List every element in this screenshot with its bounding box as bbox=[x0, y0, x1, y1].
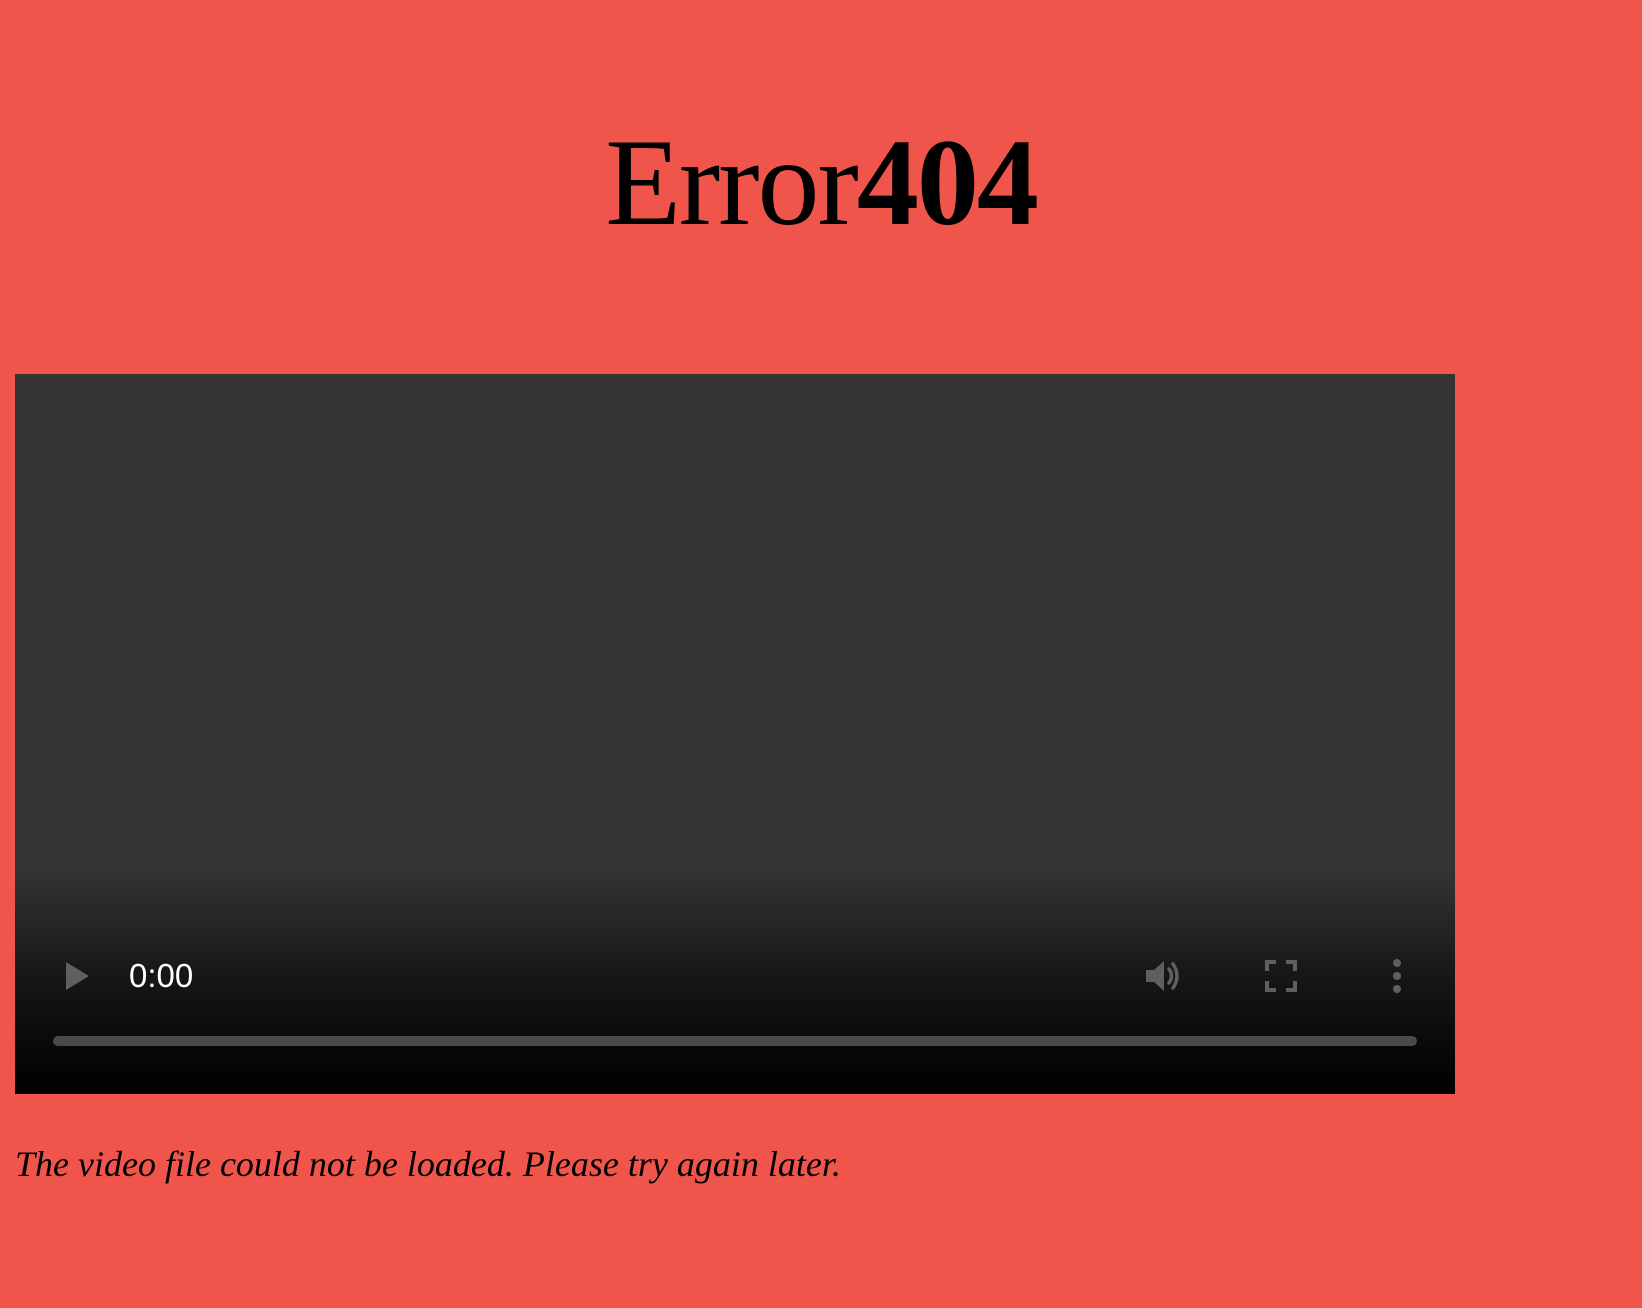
volume-icon bbox=[1146, 961, 1179, 991]
error-word: Error bbox=[605, 114, 859, 251]
error-heading: Error404 bbox=[0, 118, 1642, 248]
video-controls: 0:00 bbox=[15, 946, 1455, 1006]
fullscreen-icon bbox=[1265, 960, 1297, 992]
current-time: 0:00 bbox=[129, 957, 194, 994]
error-code: 404 bbox=[856, 114, 1039, 251]
fullscreen-button[interactable] bbox=[1259, 954, 1303, 998]
seek-bar[interactable] bbox=[53, 1036, 1417, 1046]
play-icon bbox=[66, 962, 89, 990]
video-player[interactable]: 0:00 bbox=[15, 374, 1455, 1094]
volume-button[interactable] bbox=[1141, 954, 1185, 998]
play-button[interactable] bbox=[59, 958, 95, 994]
more-options-button[interactable] bbox=[1375, 954, 1419, 998]
error-message: The video file could not be loaded. Plea… bbox=[15, 1144, 841, 1184]
more-options-icon bbox=[1393, 959, 1401, 993]
